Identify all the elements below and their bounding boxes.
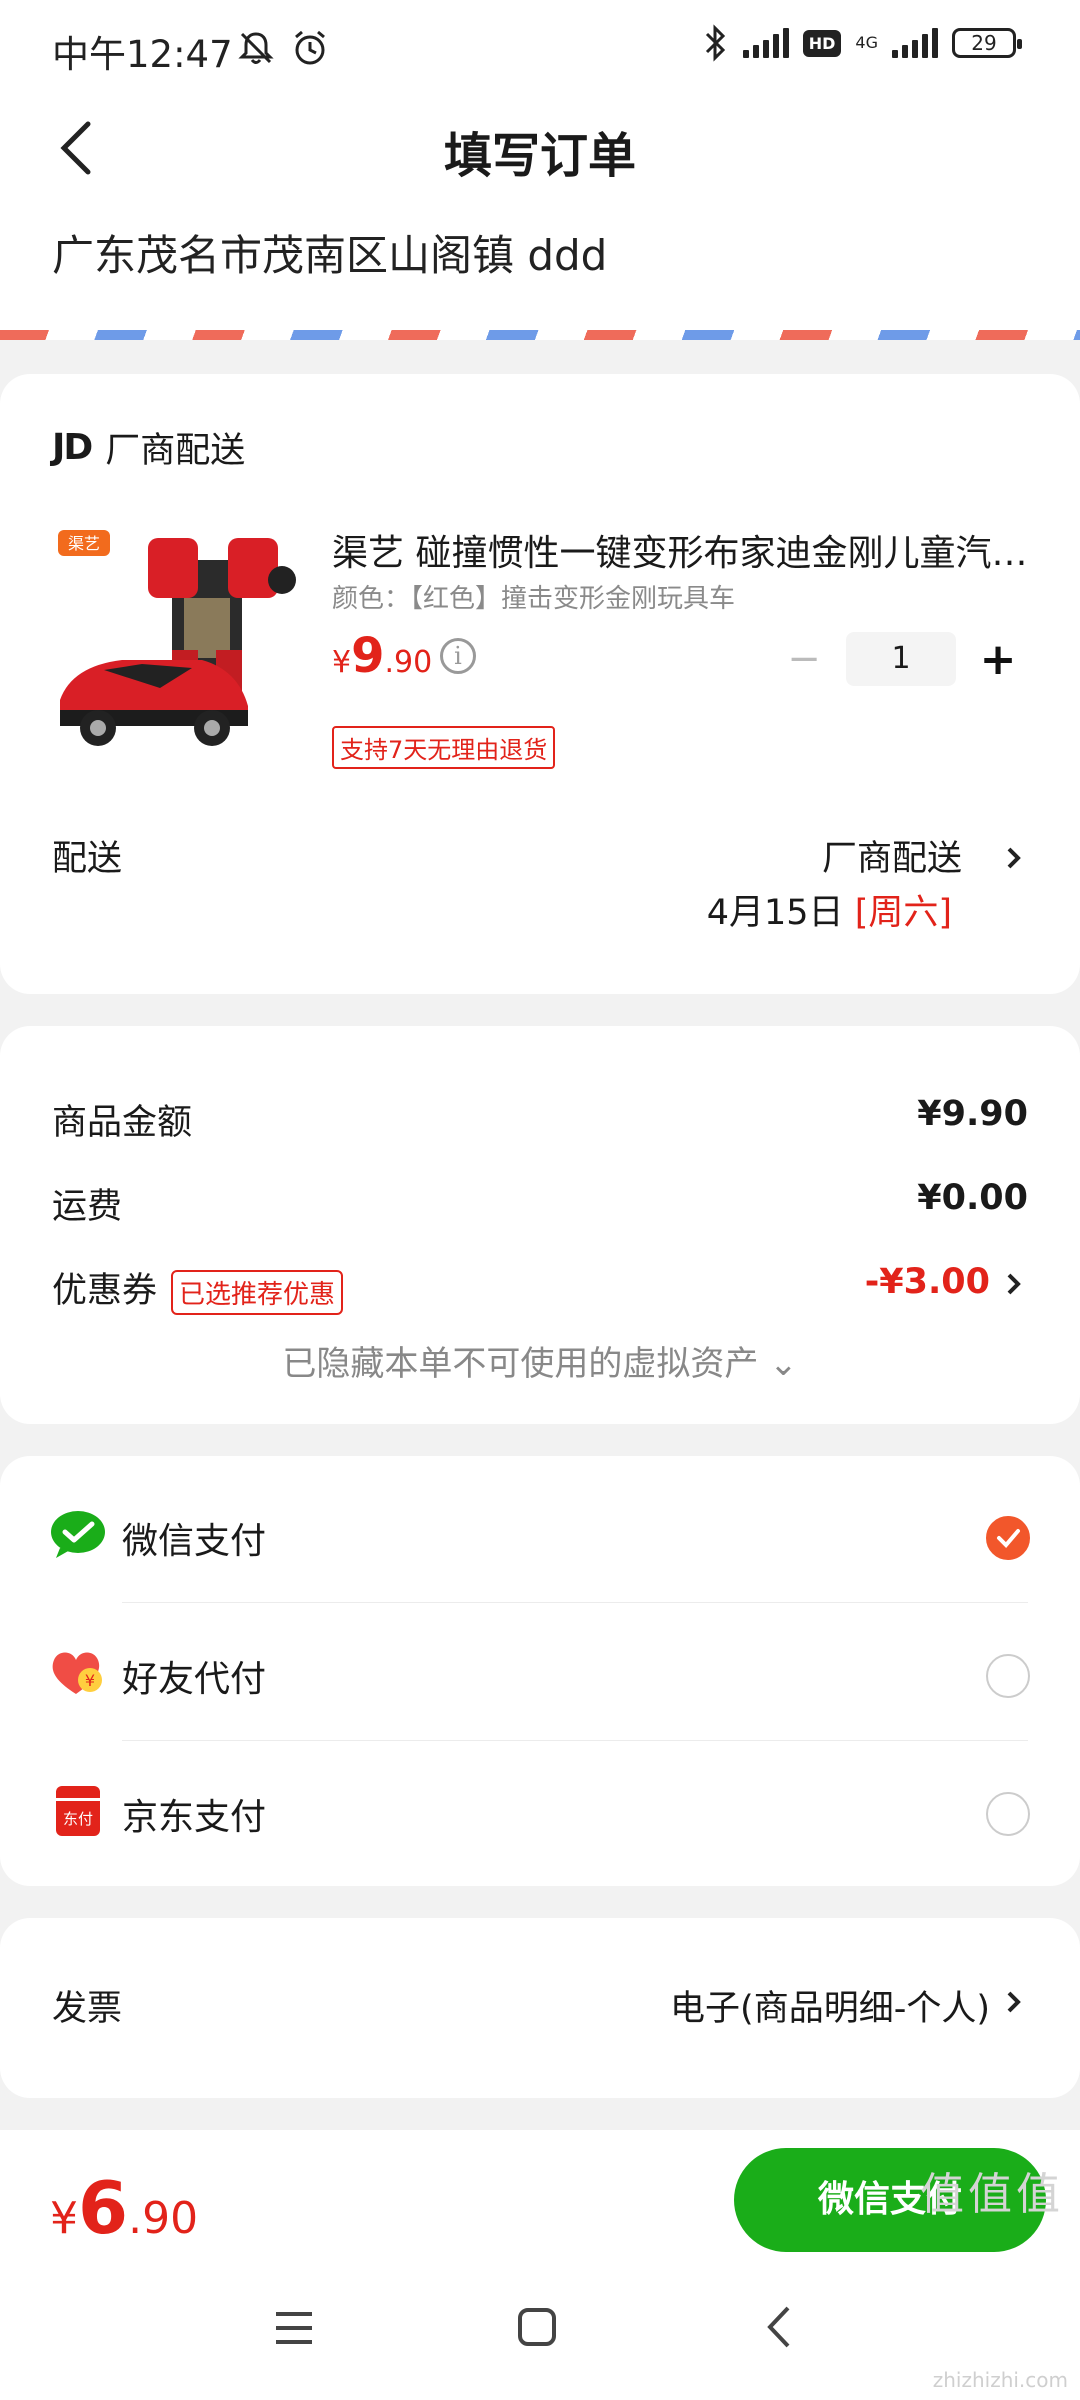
bluetooth-icon bbox=[705, 24, 725, 62]
hidden-assets-toggle[interactable]: 已隐藏本单不可使用的虚拟资产 ⌄ bbox=[0, 1336, 1080, 1385]
info-icon[interactable]: i bbox=[440, 638, 476, 674]
chevron-right-icon[interactable] bbox=[1004, 844, 1024, 872]
alarm-icon bbox=[295, 30, 325, 65]
watermark: 值值值 bbox=[920, 2169, 1064, 2220]
airmail-stripe bbox=[0, 330, 1080, 340]
price-currency: ¥ bbox=[332, 645, 352, 680]
seller-row: JD 厂商配送 bbox=[52, 422, 245, 473]
network-type: 4G bbox=[855, 33, 878, 52]
freight-value: ¥0.00 bbox=[917, 1178, 1028, 1218]
jd-pay-icon-text: 东付 bbox=[63, 1810, 93, 1828]
total-integer: 6 bbox=[78, 2166, 129, 2250]
shipping-label: 配送 bbox=[52, 839, 123, 879]
freight-label: 运费 bbox=[52, 1187, 123, 1227]
price-integer: 9 bbox=[351, 628, 385, 684]
product-image[interactable]: 渠艺 bbox=[52, 520, 298, 770]
total-currency: ¥ bbox=[50, 2193, 78, 2244]
chevron-right-icon[interactable] bbox=[1004, 1988, 1024, 2016]
pay-option-label: 微信支付 bbox=[122, 1521, 267, 1562]
shipping-method[interactable]: 厂商配送 bbox=[822, 830, 962, 881]
toy-car-image: 渠艺 bbox=[52, 520, 298, 770]
delivery-address[interactable]: 广东茂名市茂南区山阁镇 ddd bbox=[52, 222, 607, 283]
system-nav-bar bbox=[0, 2280, 1080, 2380]
wechat-pay-icon bbox=[51, 1511, 105, 1558]
shipping-weekday: [周六] bbox=[854, 893, 952, 933]
brand-badge: 渠艺 bbox=[68, 534, 100, 553]
check-icon bbox=[997, 1529, 1020, 1548]
chevron-right-icon[interactable] bbox=[1004, 1270, 1024, 1298]
product-title[interactable]: 渠艺 碰撞惯性一键变形布家迪金刚儿童汽… bbox=[332, 524, 1032, 576]
mute-bell-icon bbox=[238, 32, 274, 64]
decrease-button[interactable]: − bbox=[774, 636, 834, 682]
nav-bar: 填写订单 bbox=[0, 100, 1080, 196]
goods-amount-label: 商品金额 bbox=[52, 1103, 193, 1143]
product-spec: 颜色：【红色】撞击变形金刚玩具车 bbox=[332, 584, 736, 614]
radio-selected[interactable] bbox=[986, 1516, 1030, 1560]
heart-pay-icon: ¥ bbox=[52, 1652, 102, 1694]
invoice-card[interactable]: 发票 电子(商品明细-个人) bbox=[0, 1918, 1080, 2098]
coupon-label: 优惠券 bbox=[52, 1271, 158, 1311]
radio-unselected[interactable] bbox=[986, 1792, 1030, 1836]
total-decimal: .90 bbox=[128, 2193, 199, 2244]
jd-logo: JD bbox=[52, 427, 93, 468]
goods-amount-value: ¥9.90 bbox=[917, 1094, 1028, 1134]
pay-option-label: 京东支付 bbox=[122, 1797, 267, 1838]
pay-option-label: 好友代付 bbox=[122, 1659, 267, 1700]
price-decimal: .90 bbox=[384, 645, 433, 680]
radio-unselected[interactable] bbox=[986, 1654, 1030, 1698]
page-title: 填写订单 bbox=[443, 128, 636, 184]
signal-icon-2 bbox=[892, 28, 938, 58]
order-card: JD 厂商配送 渠艺 渠艺 碰撞惯性一键变形布家迪金刚儿童汽… 颜色：【红色】撞… bbox=[0, 374, 1080, 994]
pay-option-wechat[interactable]: 微信支付 bbox=[0, 1464, 1080, 1602]
coupon-tag: 已选推荐优惠 bbox=[171, 1269, 344, 1315]
menu-icon[interactable] bbox=[272, 2308, 316, 2348]
pay-option-friend[interactable]: ¥ 好友代付 bbox=[0, 1602, 1080, 1740]
coupon-row[interactable]: 优惠券 已选推荐优惠 bbox=[52, 1262, 344, 1315]
seller-label: 厂商配送 bbox=[105, 431, 246, 471]
coupon-value[interactable]: -¥3.00 bbox=[865, 1262, 990, 1302]
status-icons-left bbox=[236, 28, 330, 68]
battery-icon: 29 bbox=[952, 28, 1022, 58]
shipping-date: 4月15日 [周六] bbox=[707, 884, 952, 935]
status-bar: 中午12:47 HD 4G 29 bbox=[0, 0, 1080, 96]
status-icons-right: HD 4G 29 bbox=[703, 24, 1022, 62]
quantity-stepper: − 1 + bbox=[774, 632, 1028, 686]
checkout-bar: ¥6.90 微信支付 bbox=[0, 2130, 1080, 2400]
back-nav-icon[interactable] bbox=[762, 2304, 796, 2350]
return-policy-tag: 支持7天无理由退货 bbox=[332, 726, 556, 769]
svg-text:¥: ¥ bbox=[85, 1671, 95, 1690]
invoice-label: 发票 bbox=[52, 1989, 123, 2029]
invoice-value: 电子(商品明细-个人) bbox=[670, 1989, 990, 2029]
signal-icon bbox=[742, 28, 789, 58]
product-price: ¥9.90 bbox=[332, 628, 432, 684]
total-price: ¥6.90 bbox=[50, 2166, 198, 2250]
hd-badge: HD bbox=[802, 29, 842, 57]
quantity-value[interactable]: 1 bbox=[846, 632, 956, 686]
increase-button[interactable]: + bbox=[968, 634, 1028, 685]
shipping-date-value: 4月15日 bbox=[706, 893, 844, 933]
status-time: 中午12:47 bbox=[52, 33, 233, 76]
home-icon[interactable] bbox=[516, 2306, 558, 2348]
jd-pay-icon: 东付 bbox=[56, 1786, 100, 1836]
pay-option-jd[interactable]: 东付 京东支付 bbox=[0, 1740, 1080, 1878]
battery-level: 29 bbox=[971, 31, 997, 55]
watermark-url: zhizhizhi.com bbox=[932, 2368, 1068, 2392]
